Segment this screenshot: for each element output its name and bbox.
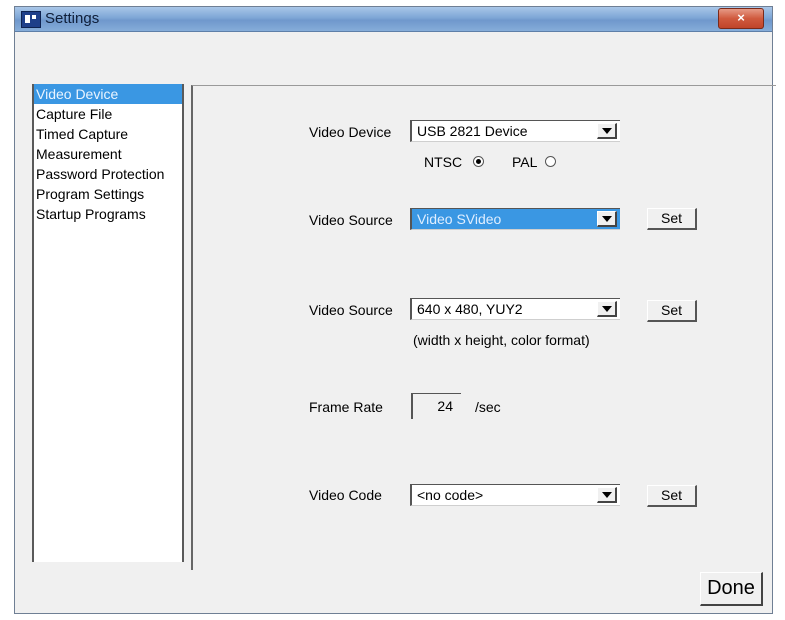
sidebar-item-password-protection[interactable]: Password Protection (34, 164, 182, 184)
frame-rate-input[interactable]: 24 (411, 393, 461, 419)
frame-rate-unit: /sec (475, 399, 501, 415)
video-source-select[interactable]: Video SVideo (410, 208, 620, 230)
video-format-set-button[interactable]: Set (647, 300, 697, 322)
dropdown-arrow-icon[interactable] (597, 123, 617, 139)
window-title: Settings (45, 10, 100, 27)
video-code-value: <no code> (417, 487, 484, 503)
sidebar-item-capture-file[interactable]: Capture File (34, 104, 182, 124)
app-icon (21, 11, 41, 28)
video-code-label: Video Code (309, 487, 382, 503)
settings-window: Settings × Video Device Capture File Tim… (14, 6, 776, 614)
video-code-select[interactable]: <no code> (410, 484, 620, 506)
video-format-hint: (width x height, color format) (413, 332, 590, 348)
dropdown-arrow-icon[interactable] (597, 301, 617, 317)
video-format-select[interactable]: 640 x 480, YUY2 (410, 298, 620, 320)
sidebar-item-timed-capture[interactable]: Timed Capture (34, 124, 182, 144)
dropdown-arrow-icon[interactable] (597, 487, 617, 503)
video-code-set-button[interactable]: Set (647, 485, 697, 507)
sidebar-item-startup-programs[interactable]: Startup Programs (34, 204, 182, 224)
ntsc-label: NTSC (424, 154, 463, 170)
title-bar[interactable]: Settings × (15, 7, 772, 32)
video-device-label: Video Device (309, 124, 392, 140)
video-source-set-button[interactable]: Set (647, 208, 697, 230)
video-format-value: 640 x 480, YUY2 (417, 301, 523, 317)
video-device-value: USB 2821 Device (417, 123, 528, 139)
video-format-label: Video Source (309, 302, 393, 318)
pal-radio[interactable] (545, 156, 556, 167)
frame-rate-label: Frame Rate (309, 399, 383, 415)
sidebar-item-measurement[interactable]: Measurement (34, 144, 182, 164)
ntsc-radio[interactable] (473, 156, 484, 167)
close-button[interactable]: × (718, 8, 764, 29)
pal-label: PAL (512, 154, 538, 170)
done-button[interactable]: Done (700, 572, 763, 606)
settings-category-list[interactable]: Video Device Capture File Timed Capture … (32, 84, 184, 562)
video-device-select[interactable]: USB 2821 Device (410, 120, 620, 142)
video-source-label: Video Source (309, 212, 393, 228)
video-source-value: Video SVideo (417, 211, 502, 227)
sidebar-item-program-settings[interactable]: Program Settings (34, 184, 182, 204)
dropdown-arrow-icon[interactable] (597, 211, 617, 227)
sidebar-item-video-device[interactable]: Video Device (34, 84, 182, 104)
